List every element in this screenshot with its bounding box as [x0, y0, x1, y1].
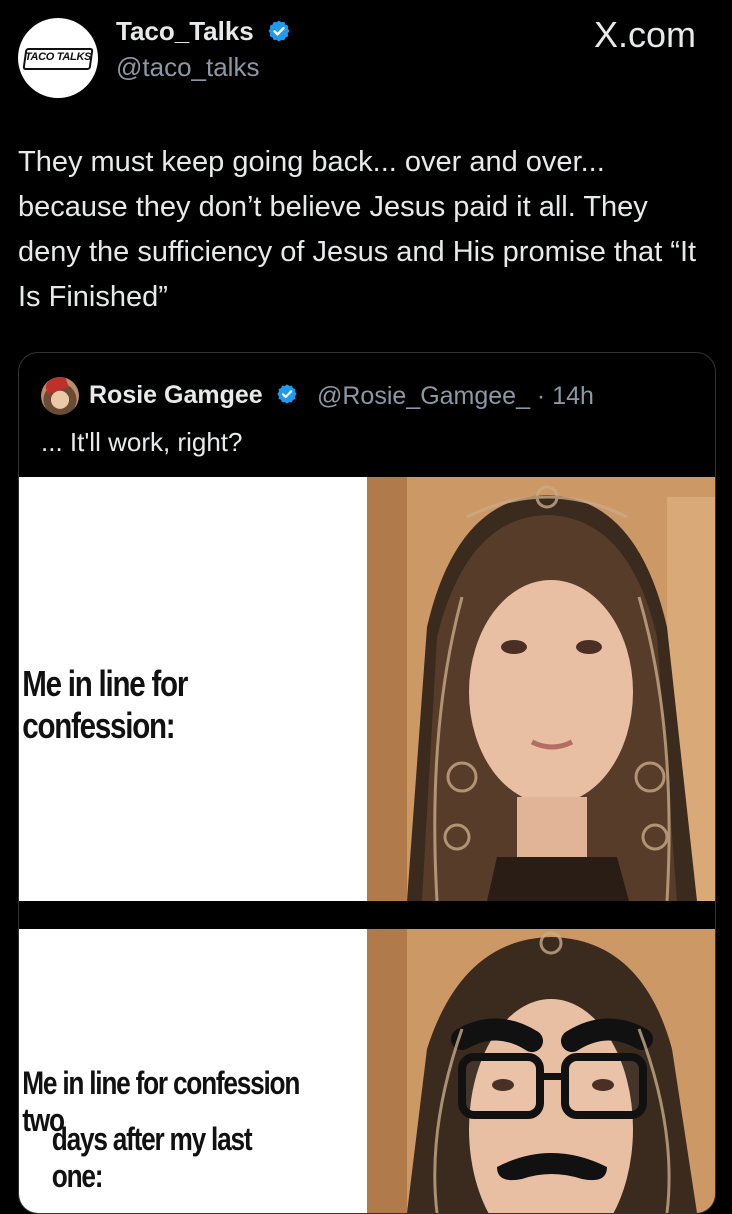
quoted-tweet[interactable]: Rosie Gamgee @Rosie_Gamgee_ · 14h ... It… [18, 352, 716, 1214]
quote-author-name-text: Rosie Gamgee [89, 381, 263, 409]
quote-author-name[interactable]: Rosie Gamgee [89, 381, 298, 410]
author-name-text: Taco_Talks [116, 16, 254, 46]
meme-divider [19, 901, 715, 929]
author-avatar[interactable]: TACO TALKS [18, 18, 98, 98]
meme-photo-1 [367, 477, 715, 901]
verified-badge-icon [277, 384, 297, 405]
quote-author-avatar[interactable] [41, 377, 79, 415]
verified-badge-icon [268, 20, 290, 42]
meme-caption-2-line-2: days after my last one: [51, 1121, 253, 1194]
site-label: X.com [593, 14, 696, 55]
quote-author-handle-time[interactable]: @Rosie_Gamgee_ · 14h [317, 382, 594, 411]
author-display-name[interactable]: Taco_Talks [116, 16, 291, 47]
meme-photo-2 [367, 929, 715, 1213]
meme-panel-2-caption-area: Me in line for confession two days after… [19, 929, 367, 1213]
meme-panel-1-caption-area: Me in line for confession: [19, 477, 367, 901]
avatar-logo-text: TACO TALKS [24, 51, 92, 63]
meme-caption-1: Me in line for confession: [22, 663, 188, 746]
meme-image[interactable]: Me in line for confession: Me in line fo… [19, 477, 715, 1213]
tweet-text: They must keep going back... over and ov… [18, 146, 697, 313]
quote-text: ... It'll work, right? [41, 427, 243, 457]
disguised-woman-photo [367, 929, 715, 1213]
veiled-woman-photo [367, 477, 715, 901]
santa-hat-icon [43, 377, 69, 395]
author-handle[interactable]: @taco_talks [116, 52, 259, 83]
